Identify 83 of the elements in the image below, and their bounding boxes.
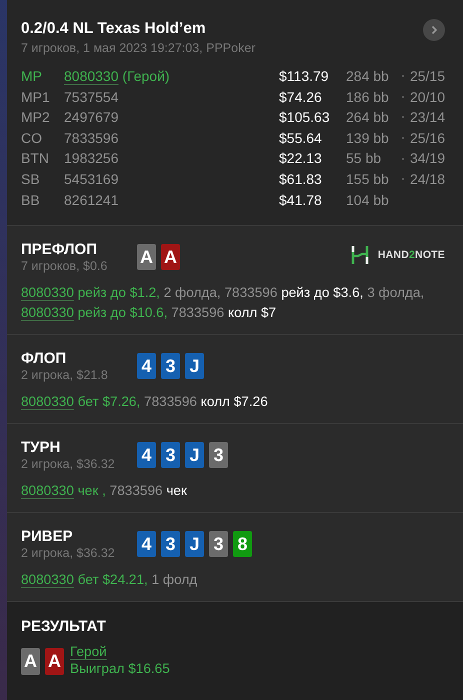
playing-card: 3 — [209, 531, 228, 558]
separator-dot — [402, 158, 404, 160]
chevron-icon — [429, 25, 439, 35]
hand-info: 7 игроков, 1 мая 2023 19:27:03, PPPoker — [21, 41, 256, 55]
player-link[interactable]: 8080330 — [21, 285, 74, 300]
playing-card: 3 — [161, 353, 180, 380]
result-title: РЕЗУЛЬТАТ — [21, 618, 107, 636]
player-link[interactable]: 8080330 — [21, 572, 74, 588]
logo-icon — [350, 245, 369, 266]
stack-bb: 284 bb — [346, 67, 390, 86]
position-label: MP — [21, 67, 43, 86]
player-stats: 23/14 — [410, 108, 445, 127]
action-line: 8080330 чек , 7833596 чек — [21, 482, 188, 500]
stack-bb: 186 bb — [346, 88, 390, 106]
player-id: 5453169 — [64, 170, 119, 187]
action-line: 8080330 бет $7.26, 7833596 колл $7.26 — [21, 393, 269, 412]
next-button[interactable] — [423, 19, 445, 41]
stack-amount: $61.83 — [279, 170, 323, 189]
player-stats: 25/16 — [410, 128, 445, 148]
playing-card: A — [45, 648, 64, 676]
playing-card: 3 — [209, 442, 228, 468]
stack-bb: 139 bb — [346, 128, 390, 148]
playing-card: 4 — [137, 531, 156, 558]
playing-card: 3 — [161, 442, 180, 468]
position-label: BB — [21, 190, 41, 210]
street-info: 2 игрока, $36.32 — [21, 457, 116, 472]
player-link[interactable]: 8080330 — [21, 483, 74, 498]
stack-bb: 264 bb — [346, 108, 390, 127]
stack-amount: $74.26 — [279, 88, 323, 106]
street-title: ПРЕФЛОП — [21, 241, 98, 258]
player-stats: 24/18 — [410, 170, 445, 189]
playing-card: J — [185, 442, 204, 468]
player-stats: 20/10 — [410, 88, 445, 106]
hero-tag: (Герой) — [122, 68, 170, 84]
playing-card: 3 — [161, 531, 180, 558]
separator-dot — [402, 137, 404, 140]
stack-bb: 104 bb — [346, 190, 390, 210]
player-stats: 34/19 — [410, 149, 445, 168]
stack-amount: $105.63 — [279, 108, 331, 127]
player-id: 1983256 — [64, 150, 119, 166]
playing-card: J — [185, 353, 204, 380]
playing-card: A — [21, 648, 40, 676]
game-title: 0.2/0.4 NL Texas Hold’em — [21, 20, 207, 38]
player-id: 8261241 — [64, 192, 119, 208]
stack-amount: $113.79 — [279, 67, 330, 86]
action-line: 8080330 бет $24.21, 1 фолд — [21, 571, 198, 590]
street-info: 2 игрока, $36.32 — [21, 546, 116, 560]
separator-dot — [402, 96, 404, 98]
player-link[interactable]: 8080330 — [21, 394, 74, 410]
player-link[interactable]: 8080330 — [21, 305, 74, 320]
playing-card: 4 — [137, 353, 156, 380]
stack-amount: $22.13 — [279, 149, 323, 168]
position-label: SB — [21, 170, 41, 189]
separator-dot — [402, 178, 404, 180]
player-id: 7833596 — [64, 130, 119, 146]
position-label: CO — [21, 128, 43, 148]
stack-amount: $41.78 — [279, 190, 323, 210]
position-label: MP2 — [21, 108, 51, 127]
street-title: ТУРН — [21, 439, 62, 456]
playing-card: 8 — [233, 531, 252, 558]
position-label: MP1 — [21, 88, 51, 106]
street-info: 2 игрока, $21.8 — [21, 368, 109, 382]
position-label: BTN — [21, 149, 50, 168]
player-stats: 25/15 — [410, 67, 445, 86]
street-info: 7 игроков, $0.6 — [21, 259, 108, 274]
player-id: 7537554 — [64, 88, 119, 105]
playing-card: 4 — [137, 442, 156, 468]
street-title: ФЛОП — [21, 350, 68, 368]
player-id: 2497679 — [64, 109, 119, 126]
win-amount: Выиграл $16.65 — [70, 660, 170, 678]
separator-dot — [402, 116, 404, 118]
player-link[interactable]: 8080330 — [64, 68, 119, 84]
stack-amount: $55.64 — [279, 128, 323, 148]
action-line: 8080330 рейз до $1.2, 2 фолда, 7833596 рейз до $3.6, 3 фолда, 8080330 рейз до $10.6, 7833596 колл $7 — [21, 284, 426, 322]
logo-text: HAND2NOTE — [378, 249, 445, 262]
playing-card: A — [161, 244, 180, 270]
stack-bb: 155 bb — [346, 170, 390, 189]
separator-dot — [402, 75, 404, 78]
playing-card: J — [185, 531, 204, 558]
stack-bb: 55 bb — [346, 149, 382, 168]
winner-link[interactable]: Герой — [70, 643, 107, 660]
street-title: РИВЕР — [21, 528, 74, 546]
playing-card: A — [137, 244, 156, 270]
